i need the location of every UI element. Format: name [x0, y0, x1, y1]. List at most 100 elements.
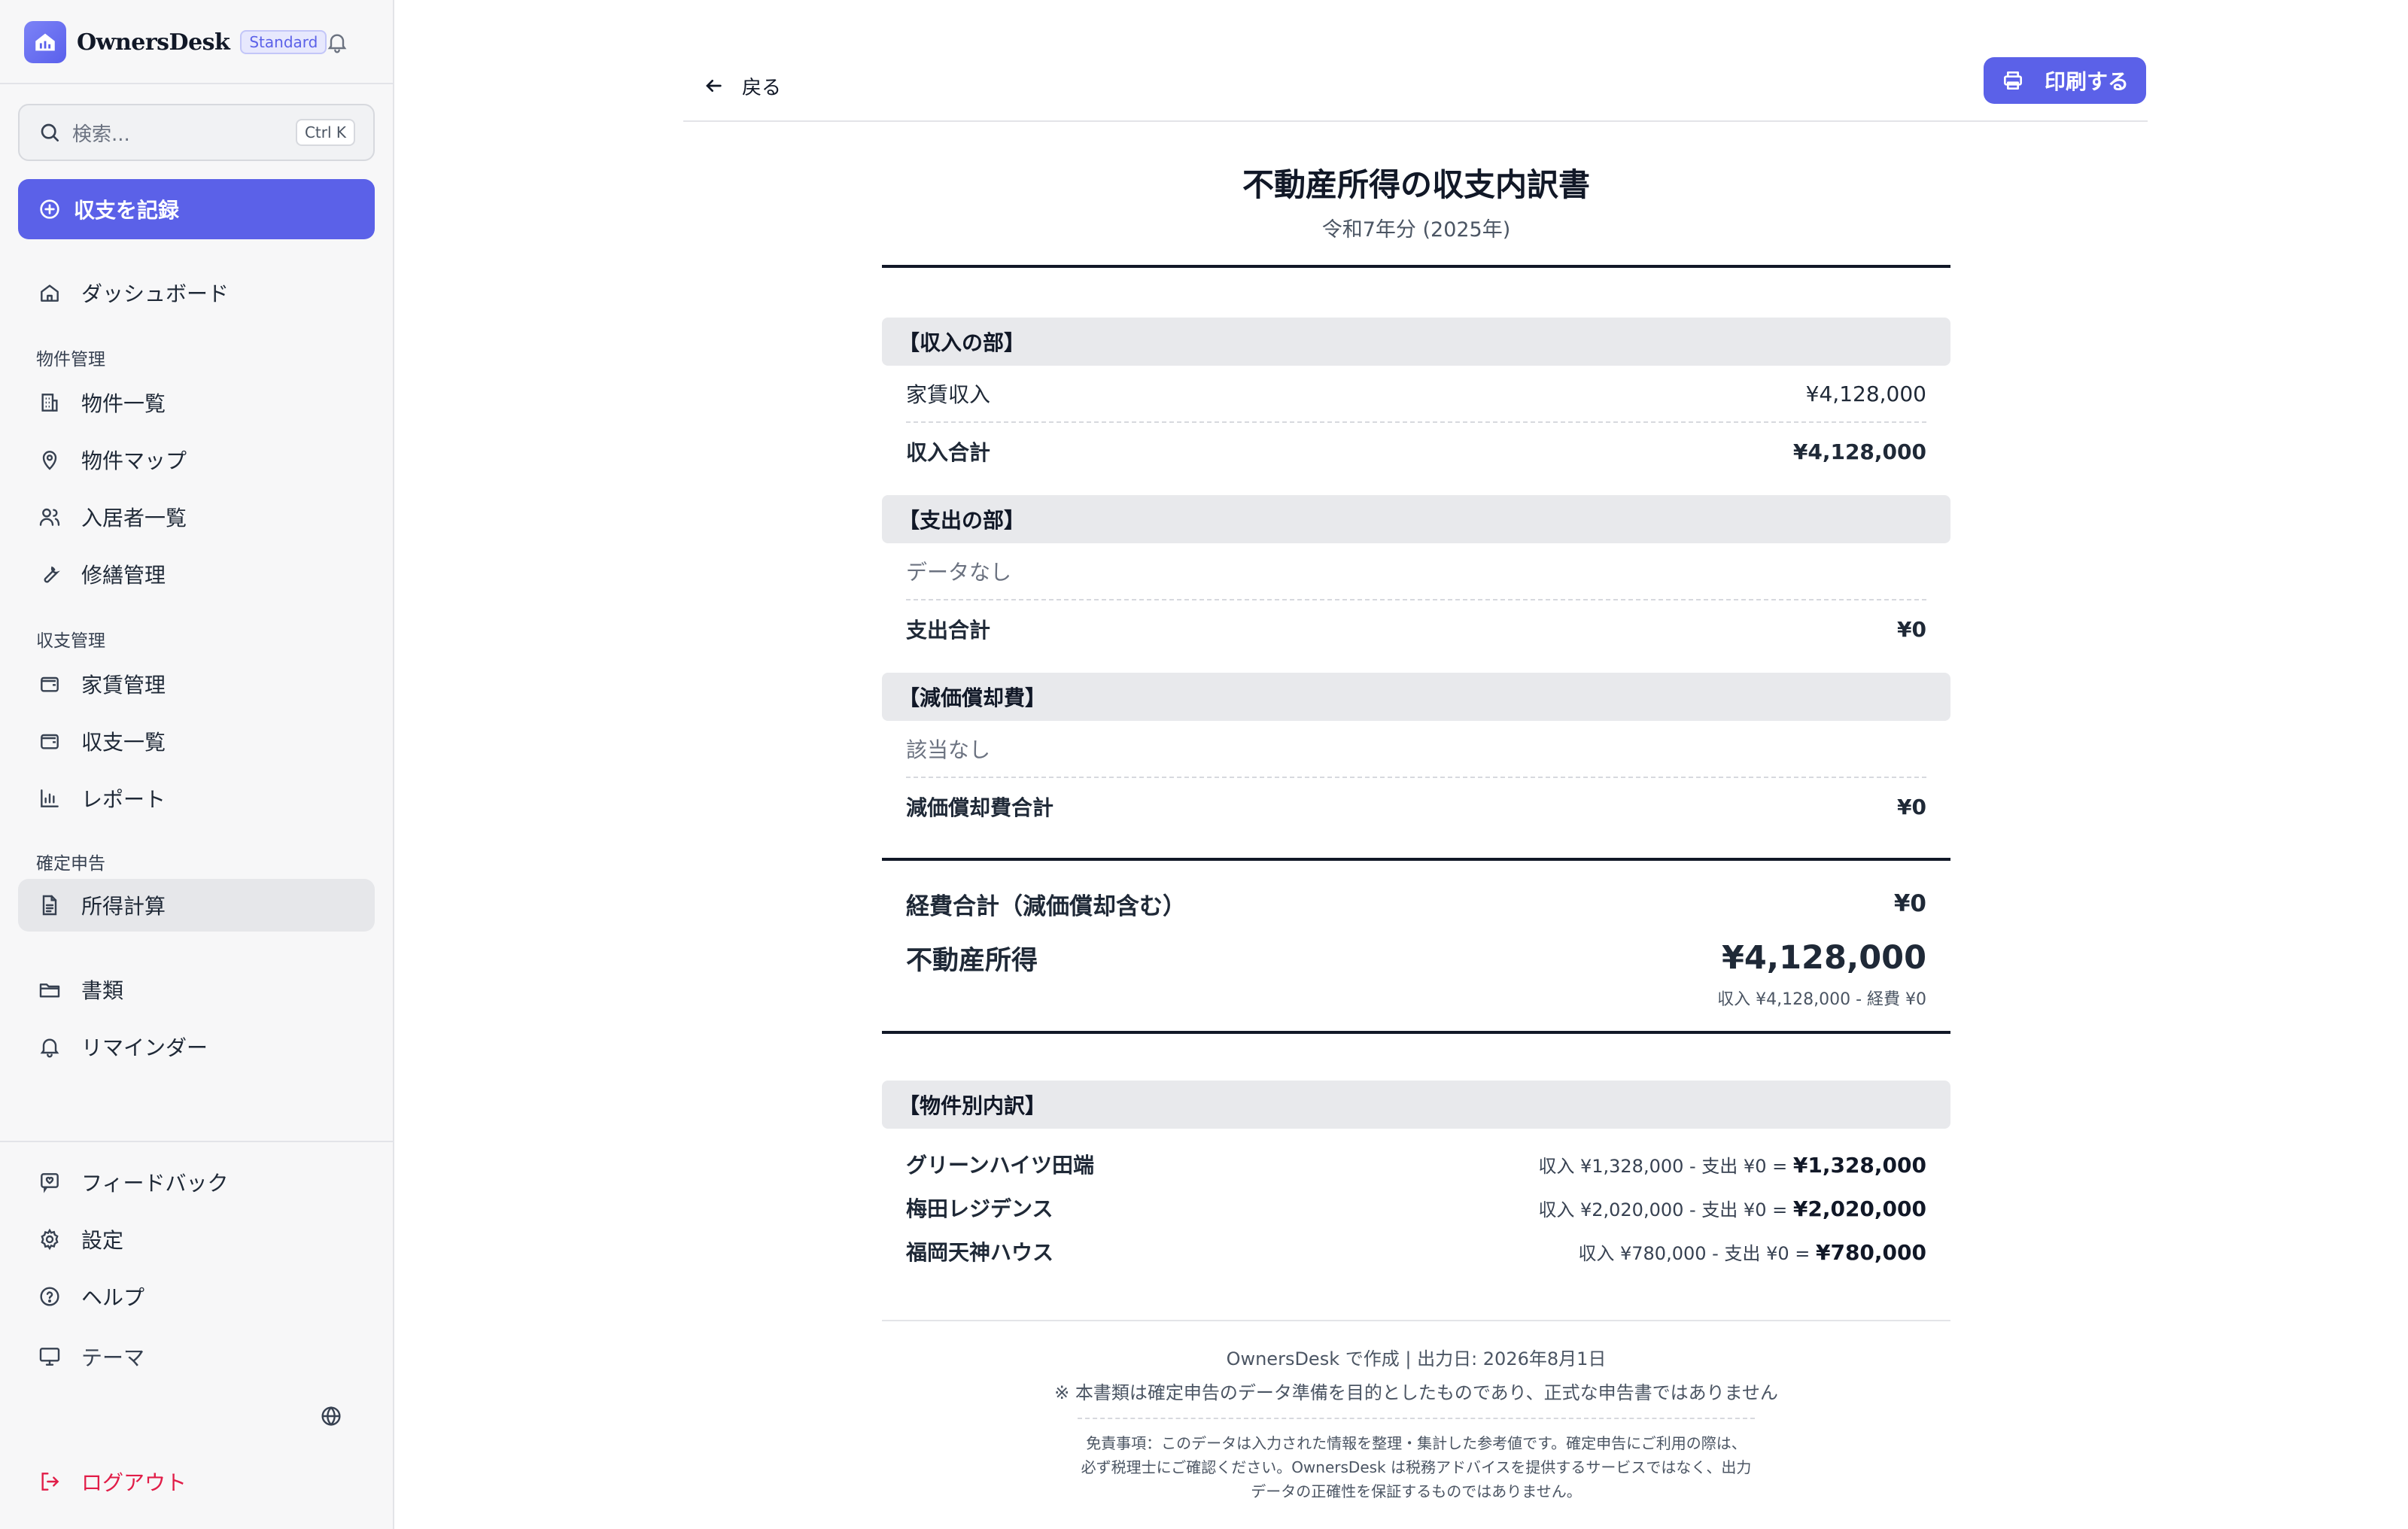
nav-theme-label: テーマ	[81, 1345, 145, 1370]
nav-reports[interactable]: レポート	[18, 772, 375, 825]
print-button[interactable]: 印刷する	[1984, 57, 2146, 104]
notifications-bell-icon[interactable]	[321, 26, 354, 59]
title-rule	[882, 265, 1950, 268]
help-circle-icon	[40, 1287, 59, 1306]
nav-feedback[interactable]: フィードバック	[18, 1156, 375, 1208]
nav-reminders-label: リマインダー	[81, 1035, 208, 1060]
rent-income-value: ¥4,128,000	[1805, 381, 1926, 406]
footer-disclaimer: 免責事項：このデータは入力された情報を整理・集計した参考値です。確定申告にご利用…	[882, 1431, 1950, 1503]
property-net-value: ¥2,020,000	[1792, 1196, 1926, 1221]
folder-icon	[39, 983, 60, 998]
nav-settings[interactable]: 設定	[18, 1213, 375, 1266]
nav-documents-label: 書類	[81, 978, 124, 1003]
property-calc: 収入 ¥2,020,000 - 支出 ¥0 = ¥2,020,000	[1538, 1195, 1926, 1221]
sidebar-divider-bottom	[0, 1141, 394, 1142]
nav-help-label: ヘルプ	[81, 1285, 145, 1310]
nav-settings-label: 設定	[81, 1228, 124, 1253]
section-label-tax: 確定申告	[36, 854, 105, 874]
nav-rent-label: 家賃管理	[81, 673, 166, 698]
nav-transactions[interactable]: 収支一覧	[18, 715, 375, 768]
nav-logout-label: ログアウト	[81, 1470, 187, 1495]
back-button[interactable]: 戻る	[701, 65, 781, 107]
disclaimer-line: データの正確性を保証するものではありません。	[1251, 1482, 1582, 1500]
arrow-left-icon	[706, 80, 722, 92]
gear-icon	[41, 1228, 59, 1251]
record-transaction-button[interactable]: 収支を記録	[18, 179, 375, 239]
monitor-icon	[39, 1348, 60, 1366]
document-toolbar: 戻る 印刷する	[683, 53, 2148, 122]
nav-repairs[interactable]: 修繕管理	[18, 548, 375, 600]
disclaimer-line: 免責事項：このデータは入力された情報を整理・集計した参考値です。確定申告にご利用…	[1086, 1434, 1747, 1452]
nav-income-calc[interactable]: 所得計算	[18, 879, 375, 932]
expense-section-header: 【支出の部】	[882, 495, 1950, 543]
summary-rule-bottom	[882, 1031, 1950, 1034]
expense-total-label: 支出合計	[906, 618, 991, 643]
language-globe-icon[interactable]	[315, 1400, 348, 1433]
real-estate-income-label: 不動産所得	[906, 945, 1038, 976]
expense-total-row: 支出合計 ¥0	[906, 600, 1926, 658]
print-button-label: 印刷する	[2044, 69, 2129, 94]
nav-help[interactable]: ヘルプ	[18, 1270, 375, 1323]
real-estate-income-value: ¥4,128,000	[1721, 939, 1926, 977]
printer-icon	[2003, 71, 2022, 90]
depreciation-empty-label: 該当なし	[906, 737, 991, 762]
income-total-row: 収入合計 ¥4,128,000	[906, 423, 1926, 480]
nav-property-map[interactable]: 物件マップ	[18, 433, 375, 486]
wallet-icon	[41, 734, 59, 749]
footer-notice: ※ 本書類は確定申告のデータ準備を目的としたものであり、正式な申告書ではありませ…	[1054, 1382, 1778, 1403]
plus-circle-icon	[40, 199, 59, 219]
home-icon	[41, 284, 59, 302]
wallet-icon	[41, 676, 59, 692]
brand[interactable]: OwnersDesk Standard	[24, 21, 327, 63]
rent-income-label: 家賃収入	[906, 382, 991, 407]
logout-icon	[41, 1473, 59, 1491]
nav-property-list[interactable]: 物件一覧	[18, 376, 375, 429]
property-name: 福岡天神ハウス	[906, 1240, 1054, 1265]
property-net-value: ¥1,328,000	[1792, 1152, 1926, 1178]
footer-generated: OwnersDesk で作成 | 出力日: 2026年8月1日	[1226, 1348, 1607, 1369]
back-button-label: 戻る	[742, 76, 782, 99]
search-shortcut-badge: Ctrl K	[295, 119, 355, 146]
nav-dashboard[interactable]: ダッシュボード	[18, 266, 375, 319]
nav-feedback-label: フィードバック	[81, 1171, 229, 1196]
nav-transactions-label: 収支一覧	[81, 730, 166, 755]
section-label-property: 物件管理	[36, 350, 105, 369]
nav-income-calc-label: 所得計算	[81, 894, 166, 919]
nav-documents[interactable]: 書類	[18, 963, 375, 1016]
nav-theme[interactable]: テーマ	[18, 1330, 375, 1383]
bell-icon	[40, 1038, 59, 1058]
nav-reports-label: レポート	[81, 787, 166, 812]
document-icon	[42, 895, 57, 916]
income-total-label: 収入合計	[906, 440, 991, 465]
nav-property-map-label: 物件マップ	[81, 448, 187, 473]
property-calc-text: 収入 ¥2,020,000 - 支出 ¥0 =	[1538, 1199, 1788, 1220]
depreciation-total-value: ¥0	[1897, 794, 1926, 819]
section-label-finance: 収支管理	[36, 631, 105, 651]
nav-dashboard-label: ダッシュボード	[81, 281, 230, 306]
disclaimer-line: 必ず税理士にご確認ください。OwnersDesk は税務アドバイスを提供するサー…	[1081, 1458, 1752, 1476]
property-row: 福岡天神ハウス 収入 ¥780,000 - 支出 ¥0 = ¥780,000	[906, 1230, 1926, 1273]
property-name: 梅田レジデンス	[906, 1196, 1054, 1221]
depreciation-section-header: 【減価償却費】	[882, 673, 1950, 721]
real-estate-income-note: 収入 ¥4,128,000 - 経費 ¥0	[1717, 990, 1926, 1009]
nav-tenants[interactable]: 入居者一覧	[18, 491, 375, 543]
search-input[interactable]: 検索... Ctrl K	[18, 104, 375, 161]
property-calc: 収入 ¥1,328,000 - 支出 ¥0 = ¥1,328,000	[1538, 1151, 1926, 1178]
expense-grand-total-label: 経費合計（減価償却含む）	[906, 892, 1186, 920]
property-name: グリーンハイツ田端	[906, 1153, 1095, 1178]
expense-empty-label: データなし	[906, 560, 1012, 585]
expense-total-value: ¥0	[1897, 616, 1926, 642]
depreciation-total-label: 減価償却費合計	[906, 795, 1054, 820]
nav-reminders[interactable]: リマインダー	[18, 1020, 375, 1073]
nav-logout[interactable]: ログアウト	[18, 1455, 375, 1508]
footer-rule	[882, 1320, 1950, 1321]
users-icon	[39, 508, 60, 526]
statement-title: 不動産所得の収支内訳書	[1242, 166, 1590, 203]
expense-empty-row: データなし	[906, 543, 1926, 600]
depreciation-empty-row: 該当なし	[906, 721, 1926, 778]
app-name: OwnersDesk	[77, 29, 230, 56]
building-icon	[41, 394, 58, 412]
map-pin-icon	[42, 451, 57, 470]
nav-rent[interactable]: 家賃管理	[18, 658, 375, 710]
sidebar-divider	[0, 83, 394, 84]
